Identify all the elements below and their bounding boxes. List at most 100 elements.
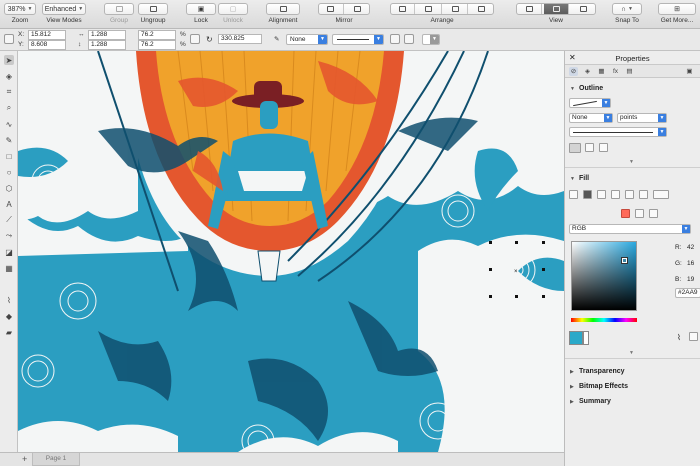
fountain-fill-button[interactable] [597,190,606,199]
chevron-right-icon[interactable]: ▶ [570,384,574,390]
smart-fill-icon[interactable]: ▰ [4,327,14,337]
rotation-field[interactable]: 330.825 [218,34,262,44]
scale-width-field[interactable]: 76.2 [138,30,176,40]
ellipse-tool-icon[interactable]: ○ [4,167,14,177]
line-join-button[interactable] [599,143,608,152]
outline-units-select[interactable]: points ▼ [617,113,667,123]
text-tool-icon[interactable]: A [4,199,14,209]
drop-shadow-icon[interactable]: ◪ [4,247,14,257]
hue-slider[interactable] [571,318,637,322]
snap-to-button[interactable]: ∩ ▼ Snap To [612,3,642,24]
color-palettes-button[interactable] [649,209,658,218]
chevron-right-icon[interactable]: ▶ [570,399,574,405]
chevron-right-icon[interactable]: ▶ [570,369,574,375]
color-sliders-button[interactable] [635,209,644,218]
zoom-control[interactable]: 387% ▼ Zoom [4,3,36,24]
unlock-button[interactable]: ▢ Unlock [218,3,248,24]
polygon-tool-icon[interactable]: ⬡ [4,183,14,193]
view-single-button[interactable] [517,4,542,14]
chevron-down-icon[interactable]: ▼ [570,86,575,92]
chevron-down-icon[interactable]: ▼ [570,176,575,182]
rectangle-tool-icon[interactable]: □ [4,151,14,161]
back-one-button[interactable] [444,4,468,14]
bitmap-pattern-button[interactable] [625,190,634,199]
zoom-tool-icon[interactable]: ⌕ [4,103,14,113]
more-fill-types-button[interactable] [653,190,669,199]
bitmap-effects-section-title[interactable]: Bitmap Effects [579,383,628,390]
x-position-field[interactable]: 15.812 [28,30,66,40]
outline-corner-button[interactable] [569,143,581,153]
eyedropper-icon[interactable]: ⌇ [677,333,681,342]
parallel-dimension-icon[interactable]: ⟋ [4,215,14,225]
panel-options-icon[interactable]: ▣ [685,67,694,76]
drawing-canvas[interactable]: × [18,51,564,452]
color-model-select[interactable]: RGB ▼ [569,224,691,234]
previous-color-swatch[interactable] [583,331,589,345]
width-field[interactable]: 1.288 [88,30,126,40]
to-back-button[interactable] [470,4,493,14]
blue-value[interactable]: 19 [687,276,694,283]
green-value[interactable]: 16 [687,260,694,267]
tab-effects-icon[interactable]: fx [611,67,620,76]
mirror-horizontal-button[interactable] [319,4,344,14]
wrap-text-icon[interactable] [390,34,400,44]
lock-button[interactable]: ▣ Lock [186,3,216,24]
tab-summary-icon[interactable]: ▤ [625,67,634,76]
fill-swatch[interactable] [569,331,583,345]
outline-width-select[interactable]: None ▼ [569,113,613,123]
pick-tool-icon[interactable]: ➤ [4,55,14,65]
view-wide-button[interactable] [571,4,595,14]
mirror-vertical-button[interactable] [346,4,370,14]
two-color-pattern-button[interactable] [639,190,648,199]
page-tab[interactable]: Page 1 [32,453,80,466]
artistic-media-icon[interactable]: ✎ [4,135,14,145]
eyedropper-tool-icon[interactable]: ⌇ [4,295,14,305]
line-caps-button[interactable] [585,143,594,152]
color-picker-handle[interactable] [621,257,628,264]
anchor-point-icon[interactable] [4,34,14,44]
more-options-select[interactable]: ▼ [422,34,440,45]
outline-width-select[interactable]: None ▼ [286,34,328,45]
outline-color-picker[interactable]: ▼ [569,98,611,108]
crop-tool-icon[interactable]: ⌗ [4,87,14,97]
interactive-fill-icon[interactable]: ◆ [4,311,14,321]
color-picker-area[interactable] [571,241,637,311]
line-style-select[interactable]: ▼ [332,34,384,45]
no-fill-button[interactable] [569,190,578,199]
color-viewer-button[interactable] [621,209,630,218]
transparency-section-title[interactable]: Transparency [579,368,625,375]
summary-section-title[interactable]: Summary [579,398,611,405]
convert-icon[interactable] [404,34,414,44]
view-modes-dropdown[interactable]: Enhanced ▼ [42,3,86,15]
uniform-fill-button[interactable] [583,190,592,199]
freehand-tool-icon[interactable]: ∿ [4,119,14,129]
tab-transparency-icon[interactable]: ▦ [597,67,606,76]
lock-ratio-icon[interactable] [190,34,200,44]
forward-one-button[interactable] [417,4,442,14]
alignment-button[interactable]: Alignment [266,3,300,24]
panel-title: Properties [615,54,650,63]
outline-style-select[interactable]: ▼ [569,127,667,137]
shape-tool-icon[interactable]: ◈ [4,71,14,81]
height-field[interactable]: 1.288 [88,40,126,50]
tab-fill-icon[interactable]: ◈ [583,67,592,76]
to-front-button[interactable] [391,4,416,14]
tab-outline-icon[interactable]: ⊘ [569,67,578,76]
y-position-field[interactable]: 8.608 [28,40,66,50]
expand-outline-icon[interactable]: ▼ [629,159,634,165]
scale-height-field[interactable]: 76.2 [138,40,176,50]
add-page-button[interactable]: + [22,454,27,464]
vector-pattern-button[interactable] [611,190,620,199]
get-more-button[interactable]: ⊞ Get More... [658,3,696,24]
zoom-dropdown[interactable]: 387% ▼ [4,3,36,15]
expand-fill-icon[interactable]: ▼ [629,350,634,356]
color-options-button[interactable] [689,332,698,341]
ungroup-button[interactable]: Ungroup [138,3,168,24]
hex-field[interactable]: #2AA9 [675,288,700,298]
transparency-tool-icon[interactable]: ▦ [4,263,14,273]
red-value[interactable]: 42 [687,244,694,251]
group-button[interactable]: Group [104,3,134,24]
view-grid-button[interactable] [544,4,569,14]
view-modes-control[interactable]: Enhanced ▼ View Modes [42,3,86,24]
connector-tool-icon[interactable]: ⤳ [4,231,14,241]
